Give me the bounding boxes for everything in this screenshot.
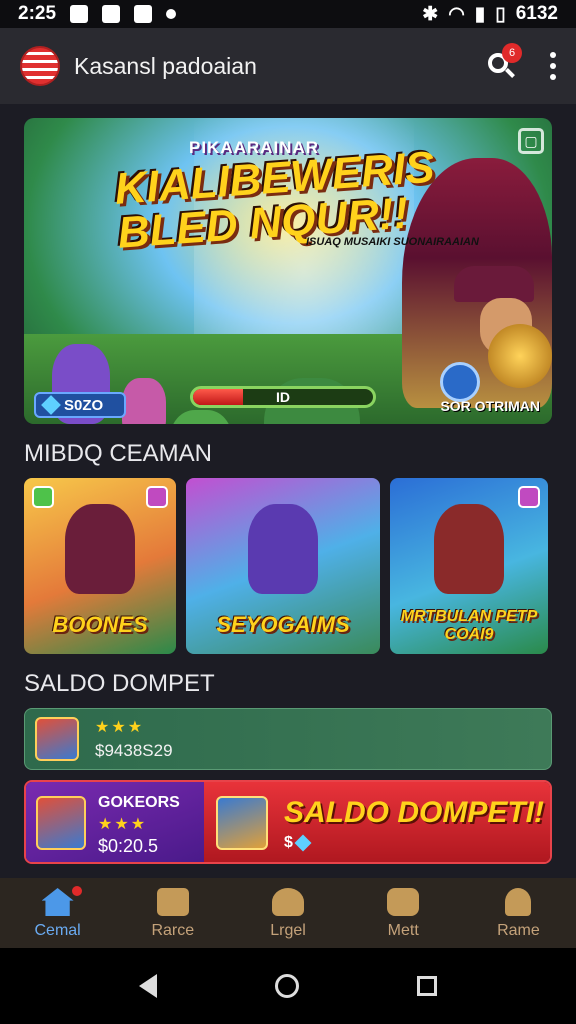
nav-label: Rarce [151, 922, 195, 939]
gear-icon [387, 888, 420, 916]
avatar [36, 796, 86, 850]
game-character [248, 504, 318, 594]
signal-icon: ▮ [474, 3, 486, 25]
hero-character [122, 378, 166, 424]
back-icon[interactable] [139, 974, 157, 998]
nav-item-profile[interactable]: Rame [461, 878, 576, 948]
hero-banner[interactable]: PIKAARAINAR KIALIBEWERIS BLED NQUR!! ISU… [24, 118, 552, 424]
gem-counter: S0ZO [34, 392, 126, 418]
hero-tagline: ISUAQ MUSAIKI SUONAIRAAIAN [306, 236, 479, 248]
game-tile-label: SEYOGAIMS [216, 612, 350, 637]
shield-icon [440, 362, 480, 402]
wallet-promo-small: $ [284, 834, 312, 852]
gem-icon [41, 395, 61, 415]
game-tile[interactable]: BOONES [24, 478, 176, 654]
avatar [216, 796, 268, 850]
kebab-dot [550, 52, 556, 58]
hero-progress-bar: ID [190, 386, 376, 408]
notification-dot [70, 884, 84, 898]
app-logo-icon [20, 46, 60, 86]
game-character [65, 504, 135, 594]
recent-apps-icon[interactable] [417, 976, 437, 996]
battery-text: 6132 [515, 3, 558, 24]
kebab-dot [550, 63, 556, 69]
nav-item-home[interactable]: Cemal [0, 878, 115, 948]
notification-icon [70, 5, 89, 23]
game-tile-label: BOONES [52, 612, 148, 637]
hero-progress-label: ID [276, 389, 290, 405]
status-bar: 2:25 ✱ ◠ ▮ ▯ 6132 [0, 0, 576, 28]
section-title-wallet: SALDO DOMPET [24, 670, 215, 697]
settings-notification-icon [102, 5, 121, 23]
system-navigation-bar [0, 948, 576, 1024]
kebab-dot [550, 74, 556, 80]
bottom-navigation: Cemal Rarce Lrgel Mett Rame [0, 878, 576, 948]
home-icon [41, 888, 74, 916]
gem-icon [32, 486, 54, 508]
home-circle-icon[interactable] [275, 974, 299, 998]
app-notification-icon [134, 5, 153, 23]
nav-label: Rame [497, 922, 540, 939]
hero-hat [454, 266, 534, 302]
nav-label: Mett [387, 922, 419, 939]
game-tile[interactable]: MRTBULAN PETP COAI9 [390, 478, 548, 654]
game-tile[interactable]: SEYOGAIMS [186, 478, 380, 654]
app-bar: Kasansl padoaian 6 [0, 28, 576, 104]
rating-stars: ★★★ [98, 816, 148, 833]
wifi-icon: ◠ [448, 3, 465, 25]
search-icon-handle [505, 68, 515, 78]
notification-badge: 6 [502, 43, 522, 63]
battery-icon: ▯ [495, 3, 506, 25]
helmet-icon [272, 888, 304, 916]
bluetooth-icon: ✱ [422, 3, 439, 25]
search-button[interactable]: 6 [486, 43, 522, 81]
nav-item-meta[interactable]: Mett [346, 878, 461, 948]
fullscreen-icon[interactable]: ▢ [518, 128, 544, 154]
wallet-card[interactable]: ★★★ $9438S29 [24, 708, 552, 770]
player-name: GOKEORS [98, 794, 180, 811]
avatar [35, 717, 79, 761]
nav-label: Lrgel [270, 922, 306, 939]
nav-item-race[interactable]: Rarce [115, 878, 230, 948]
diamond-icon [294, 834, 312, 852]
calendar-icon [156, 888, 189, 916]
game-tiles: BOONES SEYOGAIMS MRTBULAN PETP COAI9 [24, 478, 552, 654]
app-title: Kasansl padoaian [74, 52, 257, 79]
sword-icon [518, 486, 540, 508]
gem-counter-value: S0ZO [64, 396, 104, 414]
more-options-button[interactable] [550, 52, 556, 80]
coin-icon [488, 324, 552, 388]
rating-stars: ★★★ [95, 719, 145, 736]
sword-icon [146, 486, 168, 508]
wallet-promo-currency: $ [284, 834, 293, 851]
game-tile-label: MRTBULAN PETP COAI9 [400, 608, 538, 643]
user-icon [505, 888, 532, 916]
nav-item-level[interactable]: Lrgel [230, 878, 345, 948]
section-title-games: MIBDQ CEAMAN [24, 440, 213, 467]
game-character [434, 504, 504, 594]
hero-brand: SOR OTRIMAN [440, 398, 540, 414]
wallet-promo-title: SALDO DOMPETI! [284, 796, 544, 829]
wallet-amount: $9438S29 [95, 741, 173, 760]
misc-notification-icon [166, 9, 177, 19]
status-time: 2:25 [18, 3, 57, 24]
wallet-promo-card[interactable]: GOKEORS ★★★ $0:20.5 SALDO DOMPETI! $ [24, 780, 552, 864]
wallet-amount: $0:20.5 [98, 836, 159, 856]
nav-label: Cemal [34, 922, 81, 939]
